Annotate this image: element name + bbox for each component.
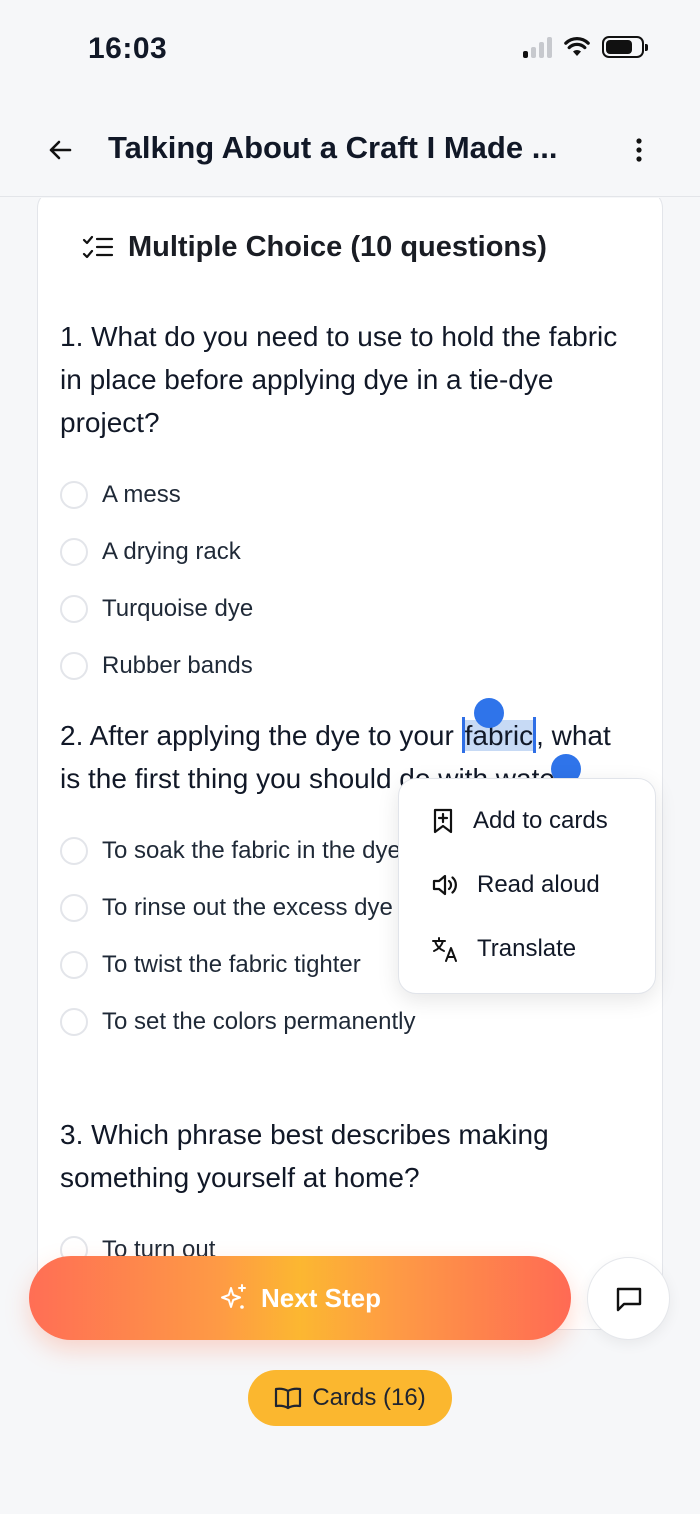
radio-button[interactable] xyxy=(60,480,88,509)
radio-button[interactable] xyxy=(60,836,88,865)
option-label: A drying rack xyxy=(102,537,241,565)
read-aloud-label: Read aloud xyxy=(477,871,600,898)
open-book-icon xyxy=(275,1387,302,1410)
question-text: 3. Which phrase best describes making so… xyxy=(60,1119,549,1193)
question-3: 3. Which phrase best describes making so… xyxy=(60,1113,630,1278)
radio-button[interactable] xyxy=(60,594,88,623)
option-label: A mess xyxy=(102,480,181,508)
radio-button[interactable] xyxy=(60,893,88,922)
status-bar: 16:03 xyxy=(0,0,700,100)
arrow-left-icon xyxy=(49,140,72,160)
battery-icon xyxy=(602,36,648,58)
section-header: Multiple Choice (10 questions) xyxy=(82,231,547,264)
option-label: Rubber bands xyxy=(102,651,253,679)
radio-button[interactable] xyxy=(60,651,88,680)
option-label: To rinse out the excess dye xyxy=(102,893,393,921)
option-label: Turquoise dye xyxy=(102,594,254,622)
option-1-b[interactable]: A drying rack xyxy=(60,523,630,580)
bookmark-plus-icon xyxy=(433,808,453,834)
status-icons xyxy=(523,36,648,58)
option-1-d[interactable]: Rubber bands xyxy=(60,637,630,694)
options-list: A mess A drying rack Turquoise dye Rubbe… xyxy=(60,466,630,694)
option-label: To set the colors permanently xyxy=(102,1007,416,1035)
sparkles-icon xyxy=(221,1284,247,1309)
translate-label: Translate xyxy=(477,935,577,962)
app-header: Talking About a Craft I Made ... xyxy=(0,100,700,197)
cellular-signal-icon xyxy=(523,36,552,58)
section-title: Multiple Choice (10 questions) xyxy=(128,231,547,263)
question-text-before: 2. After applying the dye to your xyxy=(60,720,462,751)
radio-button[interactable] xyxy=(60,950,88,979)
chat-button[interactable] xyxy=(587,1257,670,1340)
option-2-d[interactable]: To set the colors permanently xyxy=(60,993,630,1050)
checklist-icon xyxy=(82,235,114,258)
back-button[interactable] xyxy=(42,132,78,168)
add-to-cards-menu-item[interactable]: Add to cards xyxy=(431,807,608,835)
more-vertical-icon xyxy=(636,138,642,162)
read-aloud-menu-item[interactable]: Read aloud xyxy=(431,871,600,899)
radio-button[interactable] xyxy=(60,1007,88,1036)
option-label: To twist the fabric tighter xyxy=(102,950,361,978)
question-1: 1. What do you need to use to hold the f… xyxy=(60,315,630,694)
next-step-label: Next Step xyxy=(261,1282,381,1313)
cards-button[interactable]: Cards (16) xyxy=(248,1370,452,1426)
cards-label: Cards (16) xyxy=(312,1384,426,1411)
selected-word[interactable]: fabric xyxy=(464,720,534,751)
status-time: 16:03 xyxy=(88,32,168,65)
translate-menu-item[interactable]: Translate xyxy=(431,935,576,963)
add-to-cards-label: Add to cards xyxy=(473,807,608,834)
question-text: 1. What do you need to use to hold the f… xyxy=(60,321,618,438)
selection-start-handle[interactable] xyxy=(474,698,504,728)
selection-context-menu: Add to cards Read aloud Translate xyxy=(398,778,656,994)
translate-icon xyxy=(432,937,457,962)
option-label: To soak the fabric in the dye xyxy=(102,836,401,864)
speaker-icon xyxy=(432,874,457,896)
radio-button[interactable] xyxy=(60,537,88,566)
wifi-icon xyxy=(564,37,590,56)
more-options-button[interactable] xyxy=(622,132,656,168)
option-1-a[interactable]: A mess xyxy=(60,466,630,523)
page-title: Talking About a Craft I Made ... xyxy=(108,130,558,165)
next-step-button[interactable]: Next Step xyxy=(29,1256,571,1340)
message-square-icon xyxy=(616,1287,641,1311)
option-1-c[interactable]: Turquoise dye xyxy=(60,580,630,637)
